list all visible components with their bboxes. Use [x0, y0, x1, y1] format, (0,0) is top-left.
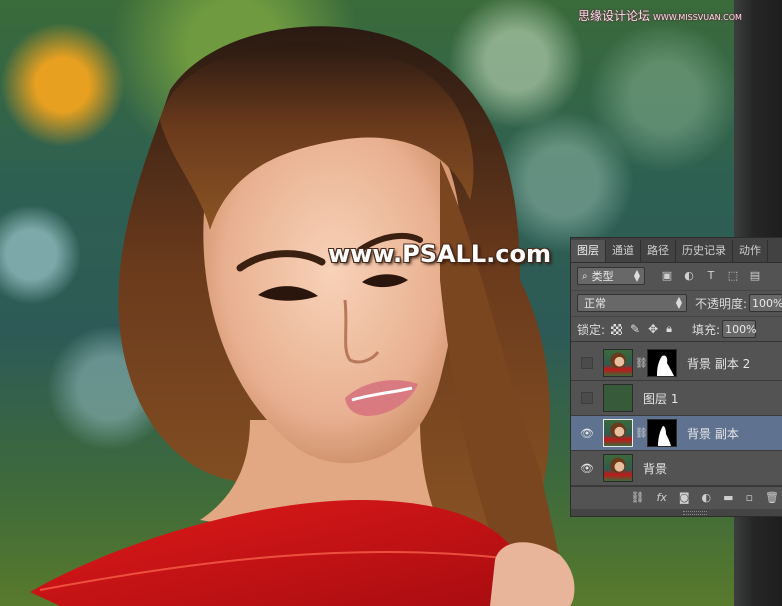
search-icon: ⌕: [582, 270, 588, 282]
visibility-toggle[interactable]: 👁︎: [580, 461, 594, 475]
eye-icon: 👁︎: [580, 461, 594, 475]
layer-row-selected[interactable]: 👁︎ ⛓︎ 背景 副本: [571, 416, 782, 451]
layer-thumbnail: [603, 384, 633, 412]
filter-kind-select[interactable]: ⌕ 类型 ▲ ▼: [577, 267, 645, 285]
hidden-visibility-box: [581, 357, 593, 369]
adjustment-filter-icon[interactable]: ◐: [683, 270, 695, 282]
layer-row[interactable]: 👁︎ 背景: [571, 451, 782, 486]
watermark-psall: www.PSALL.com: [328, 240, 551, 268]
chain-link-icon[interactable]: ⛓︎: [635, 428, 648, 439]
layer-filter-row: ⌕ 类型 ▲ ▼ ▣ ◐ T ⬚ ▤: [571, 264, 782, 288]
opacity-label: 不透明度:: [694, 296, 748, 311]
fill-label: 填充:: [692, 322, 721, 337]
layer-thumbnail: [603, 419, 633, 447]
lock-all-icon[interactable]: 🔒︎: [666, 322, 672, 336]
shape-filter-icon[interactable]: ⬚: [727, 270, 739, 282]
tab-paths[interactable]: 路径: [641, 240, 676, 262]
tab-actions[interactable]: 动作: [733, 240, 768, 262]
watermark-top-text: 思缘设计论坛: [578, 9, 651, 23]
lock-row: 锁定: ✎ ✥ 🔒︎ 填充: 100%: [571, 316, 782, 342]
blend-mode-select[interactable]: 正常 ▲ ▼: [577, 294, 687, 312]
link-layers-icon[interactable]: ⛓︎: [631, 491, 645, 504]
fill-input[interactable]: 100%: [722, 320, 757, 338]
layer-name[interactable]: 图层 1: [643, 390, 678, 407]
adjustment-layer-icon[interactable]: ◐: [702, 491, 712, 504]
layer-row[interactable]: 图层 1: [571, 381, 782, 416]
lock-paint-icon[interactable]: ✎: [630, 322, 640, 336]
layer-name[interactable]: 背景: [643, 460, 667, 477]
select-arrows-icon: ▲ ▼: [675, 295, 682, 310]
smart-object-filter-icon[interactable]: ▤: [749, 270, 761, 282]
layer-thumbnail: [603, 349, 633, 377]
watermark-top-url: WWW.MISSVUAN.COM: [653, 13, 742, 22]
opacity-value: 100%: [752, 296, 782, 310]
tab-channels[interactable]: 通道: [606, 240, 641, 262]
filter-kind-label: 类型: [591, 270, 614, 283]
layer-thumbnail: [603, 454, 633, 482]
new-layer-icon[interactable]: ▫: [746, 491, 753, 504]
visibility-toggle[interactable]: [580, 391, 594, 405]
blend-row: 正常 ▲ ▼ 不透明度: 100%: [571, 290, 782, 315]
opacity-input[interactable]: 100%: [749, 294, 782, 312]
type-filter-icon[interactable]: T: [705, 270, 717, 282]
trash-icon[interactable]: 🗑︎: [765, 491, 779, 504]
new-group-icon[interactable]: ▬: [723, 491, 733, 504]
panel-tabs: 图层 通道 路径 历史记录 动作: [571, 238, 782, 263]
panel-footer: ⛓︎ fx ◙ ◐ ▬ ▫ 🗑︎: [571, 486, 782, 508]
layer-name[interactable]: 背景 副本: [687, 425, 739, 442]
select-arrows-icon: ▲ ▼: [633, 268, 640, 283]
fx-icon[interactable]: fx: [656, 491, 666, 504]
image-filter-icon[interactable]: ▣: [661, 270, 673, 282]
layer-mask-thumbnail[interactable]: [647, 349, 677, 377]
blend-mode-value: 正常: [584, 297, 606, 310]
chain-link-icon[interactable]: ⛓︎: [635, 358, 648, 369]
watermark-top: 思缘设计论坛 WWW.MISSVUAN.COM: [578, 7, 742, 24]
panel-resize-grip[interactable]: [571, 509, 782, 516]
add-mask-icon[interactable]: ◙: [679, 491, 690, 504]
layer-mask-thumbnail[interactable]: [647, 419, 677, 447]
layer-name[interactable]: 背景 副本 2: [687, 355, 750, 372]
layer-row[interactable]: ⛓︎ 背景 副本 2: [571, 346, 782, 381]
lock-transparent-icon[interactable]: [611, 323, 623, 335]
fill-value: 100%: [725, 322, 757, 336]
visibility-toggle[interactable]: 👁︎: [580, 426, 594, 440]
lock-move-icon[interactable]: ✥: [648, 322, 658, 336]
visibility-toggle[interactable]: [580, 356, 594, 370]
lock-label: 锁定:: [577, 322, 606, 337]
layers-panel: 图层 通道 路径 历史记录 动作 ⌕ 类型 ▲ ▼ ▣ ◐ T ⬚ ▤ 正常 ▲ ▼…: [570, 237, 782, 517]
eye-icon: 👁︎: [580, 426, 594, 440]
tab-history[interactable]: 历史记录: [676, 240, 733, 262]
tab-layers[interactable]: 图层: [571, 240, 606, 262]
hidden-visibility-box: [581, 392, 593, 404]
